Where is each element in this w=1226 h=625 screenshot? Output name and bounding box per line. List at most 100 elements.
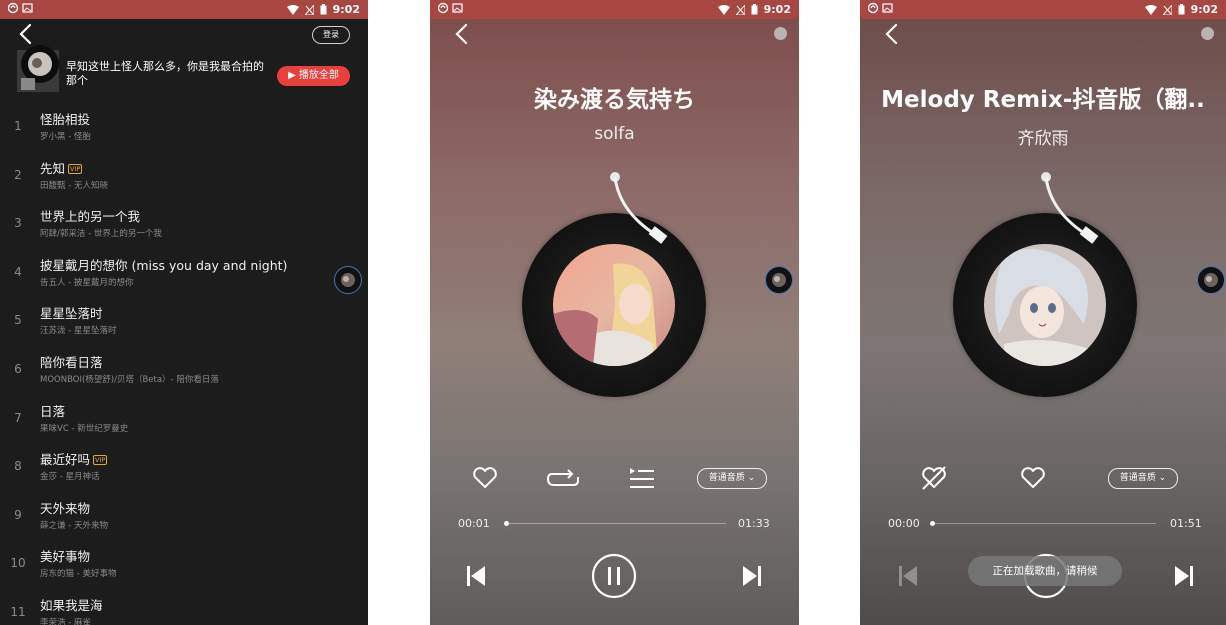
previous-icon[interactable] xyxy=(898,565,918,587)
loading-toast: 正在加载歌曲，请稍候 xyxy=(968,556,1122,586)
status-notification-icons xyxy=(437,2,464,17)
song-number: 4 xyxy=(14,264,22,279)
app-notification-icon xyxy=(7,2,33,14)
play-all-button[interactable]: ▶ 播放全部 xyxy=(277,66,350,86)
back-arrow-icon[interactable] xyxy=(452,22,472,46)
list-item[interactable]: 2 先知 VIP 田馥甄 - 无人知晓 xyxy=(0,157,368,205)
song-title: Melody Remix-抖音版（翻.. xyxy=(881,87,1205,113)
tonearm xyxy=(1041,172,1099,244)
vip-badge: VIP xyxy=(93,455,108,466)
progress-knob[interactable] xyxy=(503,521,509,526)
song-title-row: 先知 VIP xyxy=(40,158,83,177)
list-item[interactable]: 1 怪胎相投 罗小黑 - 怪胎 xyxy=(0,108,368,156)
album-art xyxy=(553,244,675,366)
back-arrow-icon[interactable] xyxy=(882,22,902,46)
song-title: 如果我是海 xyxy=(40,598,103,613)
settings-icon[interactable] xyxy=(1201,27,1214,40)
next-icon[interactable] xyxy=(1174,565,1194,587)
song-title: 美好事物 xyxy=(40,549,91,565)
list-item[interactable]: 4 披星戴月的想你 (miss you day and night) 告五人 -… xyxy=(0,254,368,302)
song-subtitle: 汪苏泷 - 星星坠落时 xyxy=(40,326,117,337)
heart-icon[interactable] xyxy=(1020,466,1046,490)
status-time: 9:02 xyxy=(763,3,791,16)
dislike-icon[interactable] xyxy=(920,465,948,491)
quality-label: 普通音质 xyxy=(1119,473,1156,483)
song-number: 3 xyxy=(14,216,22,231)
heart-icon[interactable] xyxy=(472,466,498,490)
song-artist: 齐欣雨 xyxy=(1017,129,1069,149)
vip-badge: VIP xyxy=(68,163,83,174)
song-number: 5 xyxy=(14,313,22,328)
song-subtitle: 金莎 - 星月神话 xyxy=(40,472,100,483)
now-playing-mini-disc[interactable] xyxy=(334,266,362,294)
song-title: 世界上的另一个我 xyxy=(40,209,141,225)
song-title: 日落 xyxy=(40,403,66,419)
login-button[interactable]: 登录 xyxy=(312,26,350,44)
progress-track[interactable] xyxy=(932,523,1156,524)
status-right: 9:02 xyxy=(717,3,791,16)
list-item[interactable]: 8 最近好吗 VIP 金莎 - 星月神话 xyxy=(0,448,368,496)
song-subtitle: 阿肆/郭采洁 - 世界上的另一个我 xyxy=(40,229,162,240)
song-subtitle: 果味VC - 新世纪罗曼史 xyxy=(40,423,129,434)
list-item[interactable]: 3 世界上的另一个我 阿肆/郭采洁 - 世界上的另一个我 xyxy=(0,205,368,253)
signal-icon xyxy=(304,4,314,15)
next-icon[interactable] xyxy=(742,565,762,587)
song-title: 染み渡る気持ち xyxy=(534,87,695,113)
song-title: 先知 xyxy=(40,160,66,176)
song-title: 披星戴月的想你 (miss you day and night) xyxy=(40,257,288,273)
duration-time: 01:33 xyxy=(738,517,770,530)
signal-icon xyxy=(735,4,745,15)
status-time: 9:02 xyxy=(1190,3,1218,16)
status-right: 9:02 xyxy=(1144,3,1218,16)
status-notification-icons xyxy=(867,2,894,17)
app-notification-icon xyxy=(437,2,463,14)
status-bar: 9:02 xyxy=(860,0,1226,19)
previous-icon[interactable] xyxy=(466,565,486,587)
mini-disc-art xyxy=(1204,273,1218,287)
status-notification-icons xyxy=(7,2,34,17)
chevron-down-icon: ⌄ xyxy=(747,473,756,483)
playlist-icon[interactable] xyxy=(628,466,656,490)
status-right: 9:02 xyxy=(286,3,360,16)
elapsed-time: 00:01 xyxy=(458,517,490,530)
song-title: 陪你看日落 xyxy=(40,355,103,370)
quality-selector[interactable]: 普通音质 ⌄ xyxy=(697,468,767,489)
signal-icon xyxy=(1162,4,1172,15)
battery-icon xyxy=(751,4,758,15)
list-item[interactable]: 11 如果我是海 李荣浩 - 麻雀 xyxy=(0,594,368,625)
status-bar: 9:02 xyxy=(0,0,368,19)
next-song-disc[interactable] xyxy=(765,266,793,294)
song-subtitle: 田馥甄 - 无人知晓 xyxy=(40,180,108,191)
elapsed-time: 00:00 xyxy=(888,517,920,530)
next-song-disc[interactable] xyxy=(1197,266,1225,294)
song-artist: solfa xyxy=(594,124,635,144)
pause-icon[interactable] xyxy=(591,553,637,599)
list-item[interactable]: 6 陪你看日落 MOONBOI(杨望舒)/贝塔（Beta）- 陪你看日落 xyxy=(0,351,368,399)
quality-selector[interactable]: 普通音质 ⌄ xyxy=(1108,468,1178,489)
quality-label: 普通音质 xyxy=(708,473,745,483)
song-number: 9 xyxy=(14,507,22,522)
status-time: 9:02 xyxy=(332,3,360,16)
song-number: 10 xyxy=(10,556,26,571)
tonearm xyxy=(610,172,668,244)
chevron-down-icon: ⌄ xyxy=(1158,473,1167,483)
list-item[interactable]: 10 美好事物 房东的猫 - 美好事物 xyxy=(0,545,368,593)
song-number: 1 xyxy=(14,119,22,133)
player-screen-2: 9:02 Melody Remix-抖音版（翻.. 齐欣雨 普通音质 ⌄ 00:… xyxy=(860,0,1226,625)
mini-disc-art xyxy=(772,273,786,287)
duration-time: 01:51 xyxy=(1170,517,1202,530)
settings-icon[interactable] xyxy=(774,27,787,40)
repeat-icon[interactable] xyxy=(546,466,580,490)
song-subtitle: 告五人 - 披星戴月的想你 xyxy=(40,277,134,288)
wifi-icon xyxy=(717,4,730,15)
song-subtitle: MOONBOI(杨望舒)/贝塔（Beta）- 陪你看日落 xyxy=(40,375,219,385)
list-item[interactable]: 5 星星坠落时 汪苏泷 - 星星坠落时 xyxy=(0,302,368,350)
list-item[interactable]: 9 天外来物 薛之谦 - 天外来物 xyxy=(0,497,368,545)
playlist-cover xyxy=(17,45,59,92)
song-subtitle: 房东的猫 - 美好事物 xyxy=(40,569,117,580)
progress-knob[interactable] xyxy=(929,521,935,526)
app-notification-icon xyxy=(867,2,893,14)
progress-track[interactable] xyxy=(504,523,726,524)
wifi-icon xyxy=(286,4,299,15)
list-item[interactable]: 7 日落 果味VC - 新世纪罗曼史 xyxy=(0,400,368,448)
